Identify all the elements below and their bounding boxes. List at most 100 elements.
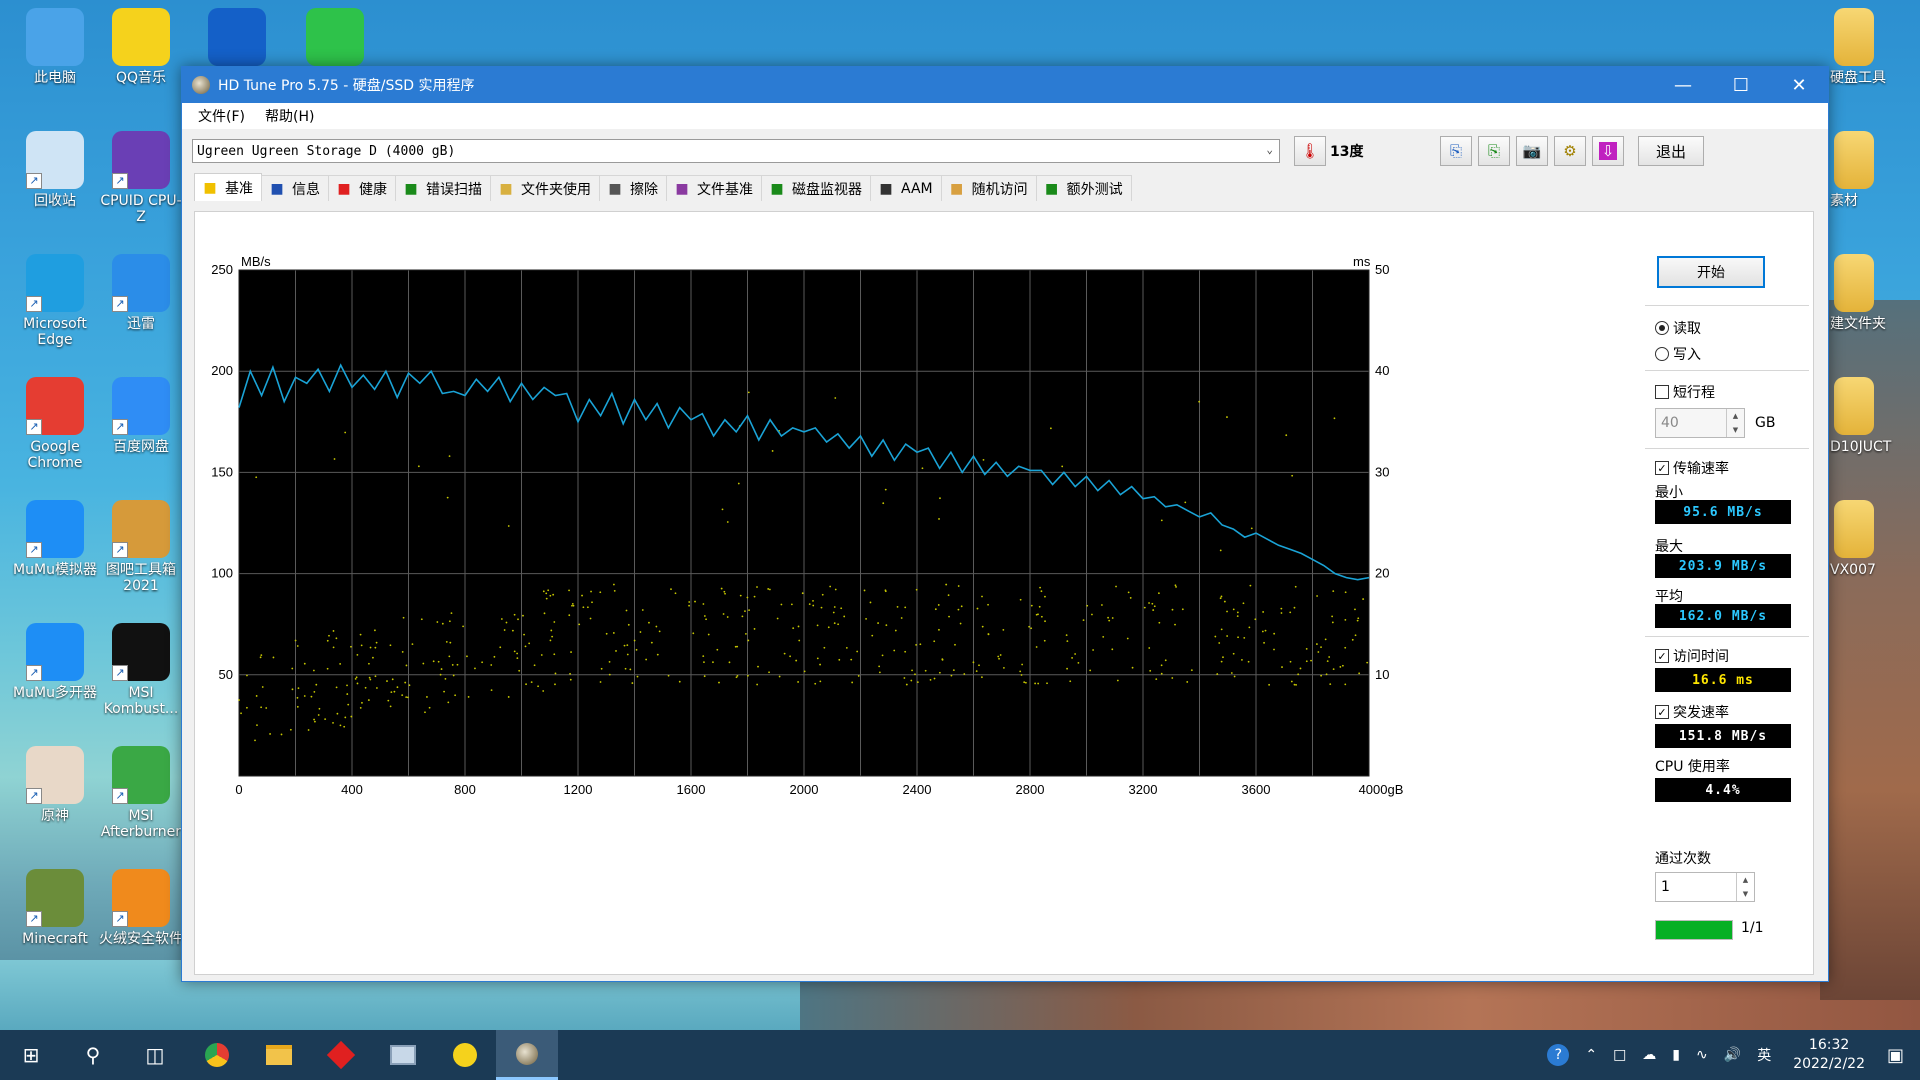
- task-view-icon[interactable]: ◫: [124, 1030, 186, 1080]
- tab-erase[interactable]: ■ 擦除: [599, 175, 667, 201]
- burst-rate-checkbox[interactable]: ✓ 突发速率: [1655, 702, 1729, 722]
- file-explorer-icon[interactable]: [248, 1030, 310, 1080]
- access-time-point: [741, 615, 744, 618]
- tab-error-scan[interactable]: ■ 错误扫描: [395, 175, 491, 201]
- start-button[interactable]: 开始: [1657, 256, 1765, 288]
- read-radio-indicator: [1655, 321, 1669, 335]
- tab-random-access[interactable]: ■ 随机访问: [940, 175, 1037, 201]
- access-time-point: [542, 590, 545, 593]
- exit-button[interactable]: 退出: [1638, 136, 1704, 166]
- menu-file[interactable]: 文件(F): [188, 106, 255, 126]
- copy-info-icon[interactable]: ⎘: [1478, 136, 1510, 166]
- desktop-shortcut[interactable]: ↗ 百度网盘: [96, 377, 186, 455]
- access-time-point: [910, 679, 913, 682]
- access-time-point: [590, 590, 592, 593]
- desktop-shortcut[interactable]: 此电脑: [10, 8, 100, 86]
- access-time-point: [1232, 608, 1235, 611]
- desktop-shortcut[interactable]: ↗ MuMu多开器: [10, 623, 100, 701]
- access-time-point: [332, 646, 335, 649]
- desktop-folder[interactable]: 素材: [1830, 131, 1920, 209]
- access-time-point: [354, 677, 357, 680]
- minimize-button[interactable]: —: [1654, 67, 1712, 103]
- desktop-shortcut[interactable]: [290, 8, 380, 70]
- access-time-point: [1249, 584, 1252, 587]
- chrome-icon[interactable]: [186, 1030, 248, 1080]
- battery-icon[interactable]: ▮: [1672, 1047, 1680, 1063]
- desktop-shortcut[interactable]: ↗ 原神: [10, 746, 100, 824]
- desktop-shortcut[interactable]: ↗ Minecraft: [10, 869, 100, 947]
- tab-file-benchmark[interactable]: ■ 文件基准: [666, 175, 762, 201]
- maximize-button[interactable]: ☐: [1712, 67, 1770, 103]
- wifi-icon[interactable]: ∿: [1696, 1047, 1708, 1063]
- tab-extra-tests[interactable]: ■ 额外测试: [1035, 175, 1132, 201]
- qq-music-icon: [112, 8, 170, 66]
- screenshot-app-icon[interactable]: [372, 1030, 434, 1080]
- notification-icon[interactable]: ▣: [1887, 1045, 1904, 1066]
- tab-benchmark[interactable]: ■ 基准: [194, 173, 262, 201]
- help-icon[interactable]: ?: [1547, 1044, 1570, 1066]
- app-red-icon[interactable]: [310, 1030, 372, 1080]
- desktop-shortcut-label: MSI Afterburner: [100, 808, 182, 840]
- access-time-point: [359, 633, 362, 636]
- desktop-folder[interactable]: D10JUCT: [1830, 377, 1920, 455]
- hdtune-icon[interactable]: [496, 1030, 558, 1080]
- spinner-arrows-icon[interactable]: ▲ ▼: [1726, 409, 1744, 437]
- passes-input[interactable]: 1 ▲ ▼: [1655, 872, 1755, 902]
- tab-folder-usage[interactable]: ■ 文件夹使用: [490, 175, 600, 201]
- title-bar[interactable]: HD Tune Pro 5.75 - 硬盘/SSD 实用程序 — ☐ ✕: [182, 67, 1828, 103]
- desktop-folder[interactable]: 硬盘工具: [1830, 8, 1920, 86]
- access-time-checkbox[interactable]: ✓ 访问时间: [1655, 646, 1729, 666]
- spinner-arrows-icon[interactable]: ▲ ▼: [1736, 873, 1754, 901]
- tab-disk-monitor[interactable]: ■ 磁盘监视器: [761, 175, 871, 201]
- write-radio[interactable]: 写入: [1655, 344, 1701, 364]
- desktop-shortcut[interactable]: ↗ MuMu模拟器: [10, 500, 100, 578]
- desktop-shortcut[interactable]: [192, 8, 282, 70]
- window-icon[interactable]: □: [1613, 1047, 1626, 1063]
- desktop-shortcut[interactable]: ↗ 回收站: [10, 131, 100, 209]
- search-icon[interactable]: ⚲: [62, 1030, 124, 1080]
- access-time-point: [816, 657, 819, 660]
- desktop-shortcut[interactable]: ↗ 火绒安全软件: [96, 869, 186, 947]
- access-time-point: [1184, 501, 1187, 504]
- desktop-shortcut[interactable]: ↗ 迅雷: [96, 254, 186, 332]
- chevron-up-icon[interactable]: ⌃: [1585, 1047, 1597, 1063]
- drive-select[interactable]: Ugreen Ugreen Storage D (4000 gB) ⌄: [192, 139, 1280, 163]
- menu-help[interactable]: 帮助(H): [255, 106, 324, 126]
- transfer-rate-checkbox[interactable]: ✓ 传输速率: [1655, 458, 1729, 478]
- desktop-shortcut[interactable]: ↗ 图吧工具箱2021: [96, 500, 186, 594]
- options-icon[interactable]: ⚙: [1554, 136, 1586, 166]
- desktop-shortcut[interactable]: ↗ MSI Afterburner: [96, 746, 186, 840]
- screenshot-icon[interactable]: 📷: [1516, 136, 1548, 166]
- save-icon[interactable]: ⇩: [1592, 136, 1624, 166]
- clock[interactable]: 16:32 2022/2/22: [1793, 1036, 1865, 1074]
- short-stroke-input[interactable]: 40 ▲ ▼: [1655, 408, 1745, 438]
- desktop-shortcut[interactable]: ↗ MSI Kombust...: [96, 623, 186, 717]
- desktop-shortcut[interactable]: ↗ Microsoft Edge: [10, 254, 100, 348]
- close-button[interactable]: ✕: [1770, 67, 1828, 103]
- desktop-shortcut[interactable]: ↗ CPUID CPU-Z: [96, 131, 186, 225]
- cloud-icon[interactable]: ☁: [1642, 1047, 1656, 1063]
- copy-text-icon[interactable]: ⎘: [1440, 136, 1472, 166]
- access-time-point: [1344, 646, 1347, 649]
- desktop-folder[interactable]: VX007: [1830, 500, 1920, 578]
- access-time-point: [1108, 619, 1111, 622]
- volume-icon[interactable]: 🔊: [1724, 1047, 1741, 1063]
- desktop-shortcut[interactable]: QQ音乐: [96, 8, 186, 86]
- msi-afterburner-icon: ↗: [112, 746, 170, 804]
- access-time-point: [374, 646, 377, 649]
- access-time-point: [1089, 669, 1092, 672]
- start-icon[interactable]: ⊞: [0, 1030, 62, 1080]
- access-time-point: [396, 686, 399, 689]
- burst-rate-label: 突发速率: [1673, 705, 1729, 721]
- desktop-shortcut[interactable]: ↗ Google Chrome: [10, 377, 100, 471]
- short-stroke-checkbox[interactable]: 短行程: [1655, 382, 1715, 402]
- tab-health[interactable]: ■ 健康: [328, 175, 396, 201]
- access-time-point: [432, 660, 435, 663]
- input-language[interactable]: 英: [1757, 1045, 1771, 1065]
- tab-aam[interactable]: ■ AAM: [870, 175, 942, 201]
- desktop-folder[interactable]: 建文件夹: [1830, 254, 1920, 332]
- read-radio[interactable]: 读取: [1655, 318, 1701, 338]
- access-time-point: [626, 653, 629, 656]
- tab-info[interactable]: ■ 信息: [261, 175, 329, 201]
- qq-music-icon[interactable]: [434, 1030, 496, 1080]
